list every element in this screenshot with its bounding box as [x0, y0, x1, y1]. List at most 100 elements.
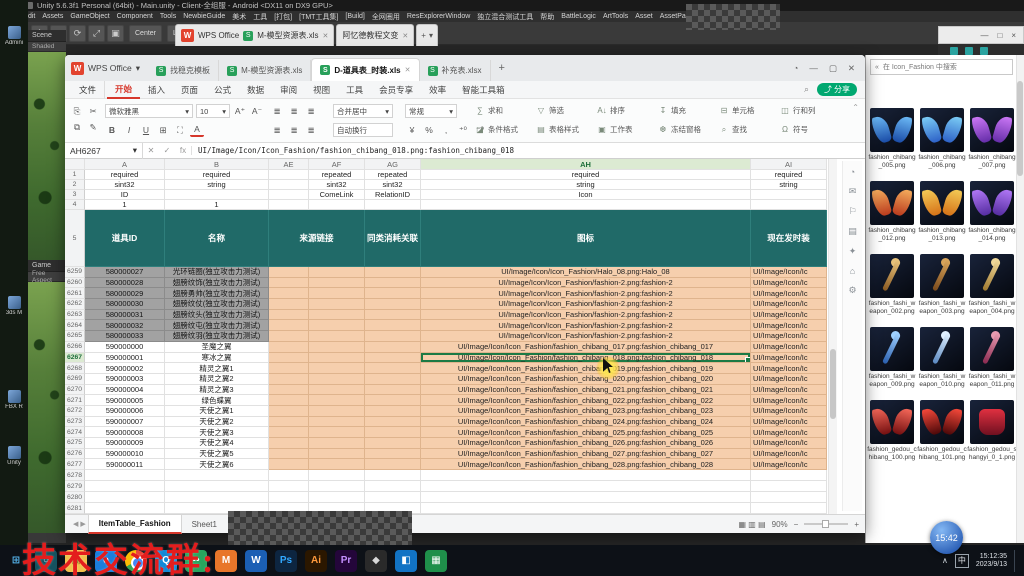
floating-clock[interactable]: 15:42 [930, 521, 963, 554]
chat-window-tab[interactable]: 阿忆德教程文变 ✕ [336, 24, 414, 46]
ribbon-tool-求和[interactable]: ∑求和 [475, 103, 533, 118]
ribbon-tab-数据[interactable]: 数据 [239, 81, 272, 99]
underline-button[interactable]: U [139, 123, 153, 137]
grid-scrollbar-thumb[interactable] [830, 349, 836, 419]
grid-cell[interactable]: repeated [365, 170, 421, 180]
ribbon-tab-工具[interactable]: 工具 [338, 81, 371, 99]
cell-af[interactable] [309, 278, 365, 289]
grid-cell[interactable] [269, 470, 309, 481]
cell-ag[interactable] [365, 278, 421, 289]
unity-pivot-button[interactable]: Center [129, 25, 162, 42]
ribbon-tool-筛选[interactable]: ▽筛选 [536, 103, 594, 118]
cell-icon-path[interactable]: UI/Image/Icon/Icon_Fashion/fashion-2.png… [421, 299, 751, 310]
grid-cell[interactable] [421, 503, 751, 514]
desktop-icon[interactable]: Unity [2, 446, 26, 466]
cell-af[interactable] [309, 449, 365, 460]
column-header-B[interactable]: B [165, 159, 269, 170]
ribbon-tool-排序[interactable]: A↓排序 [597, 103, 655, 118]
grid-cell[interactable]: required [421, 170, 751, 180]
cell-ae[interactable] [269, 417, 309, 428]
row-header[interactable]: 3 [65, 190, 85, 200]
grid-cell[interactable]: ID [85, 190, 165, 200]
chevron-down-icon[interactable]: ▾ [429, 31, 433, 40]
grid-cell[interactable] [365, 470, 421, 481]
cell-item-id[interactable]: 590000004 [85, 385, 165, 396]
cell-icon-path[interactable]: UI/Image/Icon/Icon_Fashion/fashion_chiba… [421, 363, 751, 374]
unity-menu-item[interactable]: ResExplorerWindow [407, 13, 470, 20]
file-item[interactable]: fashion_chibang_014.png [967, 180, 1017, 253]
grid-cell[interactable] [269, 492, 309, 503]
ribbon-tab-开始[interactable]: 开始 [107, 81, 140, 99]
sidebar-icon[interactable]: ⚐ [848, 206, 856, 217]
header-item-id[interactable]: 道具ID [85, 210, 165, 267]
cell-name[interactable]: 翅膀纹屯(独立攻击力测试) [165, 320, 269, 331]
grid-cell[interactable]: repeated [309, 170, 365, 180]
clipboard-icon[interactable]: ⧉ [70, 120, 84, 134]
taskbar-icon-unity[interactable]: ◆ [365, 550, 387, 572]
row-header[interactable]: 6281 [65, 503, 85, 514]
cell-ag[interactable] [365, 438, 421, 449]
cell-af[interactable] [309, 427, 365, 438]
row-header[interactable]: 6273 [65, 417, 85, 428]
cell-ae[interactable] [269, 353, 309, 364]
row-header[interactable]: 6272 [65, 406, 85, 417]
zoom-slider-knob[interactable] [822, 520, 829, 528]
unity-tool-icon[interactable]: ⤢ [88, 25, 105, 42]
maximize-button[interactable]: ▢ [829, 63, 837, 74]
cell-ae[interactable] [269, 267, 309, 278]
unity-menu-item[interactable]: 全网圈用 [372, 12, 400, 22]
row-header[interactable]: 6267 [65, 353, 85, 364]
cell-right-clipped[interactable]: UI/Image/Icon/Ic [751, 449, 827, 460]
unity-menu-item[interactable]: 帮助 [540, 12, 554, 22]
cell-icon-path[interactable]: UI/Image/Icon/Icon_Fashion/fashion_chiba… [421, 459, 751, 470]
ribbon-tab-会员专享[interactable]: 会员专享 [371, 81, 421, 99]
ribbon-tab-页面[interactable]: 页面 [173, 81, 206, 99]
cell-ag[interactable] [365, 320, 421, 331]
bold-button[interactable]: B [105, 123, 119, 137]
cell-right-clipped[interactable]: UI/Image/Icon/Ic [751, 353, 827, 364]
cell-ae[interactable] [269, 278, 309, 289]
formula-button[interactable]: ✕ [143, 146, 159, 155]
row-header[interactable]: 6279 [65, 481, 85, 492]
cell-ae[interactable] [269, 320, 309, 331]
font-name-select[interactable]: 微软雅黑▾ [105, 104, 193, 118]
wps-home-button[interactable]: W WPS Office ▾ [71, 62, 148, 75]
cell-icon-path[interactable]: UI/Image/Icon/Icon_Fashion/fashion_chiba… [421, 406, 751, 417]
cell-ae[interactable] [269, 427, 309, 438]
unity-menu-item[interactable]: NewbieGuide [183, 13, 225, 20]
sheet-tab-ItemTable_Fashion[interactable]: ItemTable_Fashion [88, 515, 182, 534]
cell-af[interactable] [309, 299, 365, 310]
ribbon-tool-查找[interactable]: ⌕查找 [719, 122, 777, 137]
cell-af[interactable] [309, 267, 365, 278]
cell-icon-path[interactable]: UI/Image/Icon/Icon_Fashion/fashion-2.png… [421, 310, 751, 321]
cell-right-clipped[interactable]: UI/Image/Icon/Ic [751, 363, 827, 374]
grid-cell[interactable] [165, 470, 269, 481]
unity-tool-icon[interactable]: ▣ [107, 25, 124, 42]
desktop-icon[interactable]: Admini [2, 26, 26, 46]
cell-item-id[interactable]: 580000029 [85, 288, 165, 299]
window-control-icon[interactable]: × [1011, 31, 1016, 40]
share-button[interactable]: ⤴分享 [817, 83, 857, 96]
cell-ag[interactable] [365, 342, 421, 353]
plus-icon[interactable]: + [421, 31, 426, 40]
cell-right-clipped[interactable]: UI/Image/Icon/Ic [751, 406, 827, 417]
grid-cell[interactable] [269, 200, 309, 210]
grid-cell[interactable] [751, 492, 827, 503]
window-control-icon[interactable]: □ [997, 31, 1002, 40]
align-icon[interactable]: ≣ [287, 104, 301, 118]
row-header[interactable]: 6280 [65, 492, 85, 503]
formula-button[interactable]: ✓ [159, 146, 175, 155]
row-header[interactable]: 6275 [65, 438, 85, 449]
cell-icon-path[interactable]: UI/Image/Icon/Icon_Fashion/fashion-2.png… [421, 331, 751, 342]
row-header[interactable]: 6271 [65, 395, 85, 406]
font-size-select[interactable]: 10▾ [196, 104, 230, 118]
column-header-AI[interactable]: AI [751, 159, 827, 170]
cell-ae[interactable] [269, 438, 309, 449]
grid-cell[interactable] [751, 200, 827, 210]
cell-ae[interactable] [269, 406, 309, 417]
cell-icon-path[interactable]: UI/Image/Icon/Icon_Fashion/Halo_08.png:H… [421, 267, 751, 278]
header-relation[interactable]: 同类消耗关联 [365, 210, 421, 267]
grid-cell[interactable] [751, 481, 827, 492]
cell-ag[interactable] [365, 449, 421, 460]
cell-item-id[interactable]: 590000005 [85, 395, 165, 406]
